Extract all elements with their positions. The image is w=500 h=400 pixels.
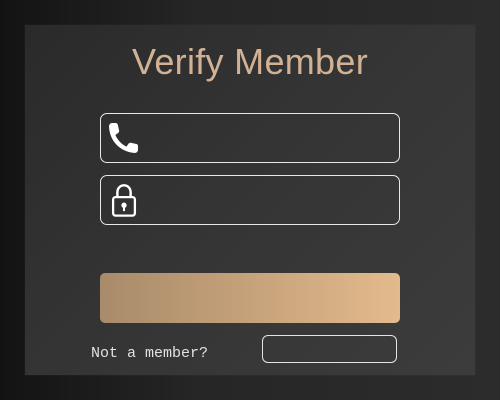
signup-button[interactable] xyxy=(262,335,397,363)
phone-icon xyxy=(109,123,138,153)
phone-input[interactable] xyxy=(145,114,393,161)
password-input[interactable] xyxy=(145,176,393,223)
lock-icon xyxy=(111,184,137,217)
phone-field[interactable] xyxy=(100,113,400,163)
not-a-member-label: Not a member? xyxy=(91,345,209,362)
verify-button[interactable] xyxy=(100,273,400,323)
page-title: Verify Member xyxy=(132,41,368,82)
password-field[interactable] xyxy=(100,175,400,225)
